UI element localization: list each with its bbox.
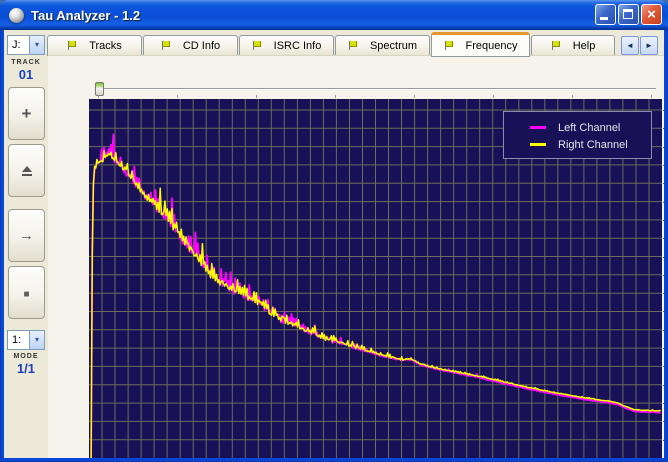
y-axis-tick <box>663 403 664 404</box>
app-window: Tau Analyzer - 1.2 × J: ▾ TRACK 01 1: ▾ … <box>0 0 668 462</box>
y-axis-tick <box>663 257 664 258</box>
maximize-icon <box>623 9 633 19</box>
tab-cd-info[interactable]: CD Info <box>143 35 238 56</box>
window-title: Tau Analyzer - 1.2 <box>31 7 141 23</box>
arrow-right-button[interactable] <box>8 209 45 262</box>
legend-entry: Left Channel <box>530 119 651 136</box>
stop-icon <box>23 284 29 302</box>
slider-tick <box>335 95 336 98</box>
y-axis-tick <box>663 440 664 441</box>
frequency-plot: Left Channel Right Channel <box>89 99 662 458</box>
slider-tick <box>177 95 178 98</box>
y-axis-tick <box>663 147 664 148</box>
flag-icon <box>161 41 170 50</box>
flag-icon <box>67 41 77 50</box>
tab-label: ISRC Info <box>273 39 322 52</box>
tab-frequency[interactable]: Frequency <box>431 32 530 57</box>
close-icon: × <box>647 6 656 23</box>
tab-scroll-right-button[interactable]: ► <box>640 36 658 55</box>
mode-label: MODE <box>13 353 39 360</box>
tab-label: CD Info <box>182 39 221 52</box>
tab-scroll-left-button[interactable]: ◄ <box>621 36 639 55</box>
y-axis-tick <box>663 311 664 312</box>
flag-icon <box>252 41 261 50</box>
legend-label: Left Channel <box>558 121 621 134</box>
drive-combo-value: J: <box>12 39 21 51</box>
tab-label: Tracks <box>89 39 122 52</box>
maximize-button[interactable] <box>618 4 639 25</box>
mode-value: 1/1 <box>16 361 36 376</box>
slider-tick <box>572 95 573 98</box>
y-axis-tick <box>663 330 664 331</box>
y-axis-tick <box>663 366 664 367</box>
flag-icon <box>444 41 453 50</box>
frequency-panel: Left ChannelRight Channel dB 10203040506… <box>48 55 664 458</box>
track-label: TRACK <box>11 59 41 66</box>
chevron-down-icon[interactable]: ▾ <box>29 331 44 349</box>
eject-icon <box>22 166 32 176</box>
y-axis-tick <box>663 238 664 239</box>
y-axis-tick <box>663 385 664 386</box>
track-number: 01 <box>18 67 34 82</box>
y-axis-tick <box>663 421 664 422</box>
y-axis-tick <box>663 183 664 184</box>
tab-label: Spectrum <box>369 39 418 52</box>
tab-tracks[interactable]: Tracks <box>47 35 142 56</box>
arrow-right-icon <box>19 227 34 245</box>
slider-tick <box>256 95 257 98</box>
y-axis-tick <box>663 110 664 111</box>
flag-icon <box>551 41 560 50</box>
eject-button[interactable] <box>8 144 45 197</box>
position-slider-track[interactable] <box>96 88 656 90</box>
mode-combo-value: 1: <box>12 334 22 346</box>
minimize-icon <box>600 17 608 20</box>
stop-button[interactable] <box>8 266 45 319</box>
legend-color-dash <box>530 126 546 129</box>
titlebar[interactable]: Tau Analyzer - 1.2 × <box>0 0 668 30</box>
y-axis-tick <box>663 348 664 349</box>
y-axis-tick <box>663 202 664 203</box>
drive-combo[interactable]: J: ▾ <box>7 35 45 55</box>
window-controls: × <box>595 4 662 25</box>
tab-label: Frequency <box>465 39 518 52</box>
slider-tick <box>98 95 99 98</box>
tab-isrc-info[interactable]: ISRC Info <box>239 35 334 56</box>
legend-label: Right Channel <box>558 138 628 151</box>
y-axis-tick <box>663 275 664 276</box>
y-axis-tick <box>663 293 664 294</box>
tab-spectrum[interactable]: Spectrum <box>335 35 430 56</box>
arrow-right-icon: ► <box>645 41 653 50</box>
chart-legend: Left Channel Right Channel <box>503 111 652 159</box>
y-axis-tick <box>663 220 664 221</box>
slider-tick <box>414 95 415 98</box>
minimize-button[interactable] <box>595 4 616 25</box>
arrow-left-icon: ◄ <box>626 41 634 50</box>
plus-icon <box>22 104 32 124</box>
client-area: J: ▾ TRACK 01 1: ▾ MODE 1/1 Tracks CD Inf… <box>4 30 664 458</box>
tab-help[interactable]: Help <box>531 35 615 56</box>
mode-combo[interactable]: 1: ▾ <box>7 330 45 350</box>
legend-entry: Right Channel <box>530 136 651 153</box>
plus-button[interactable] <box>8 87 45 140</box>
tab-label: Help <box>572 39 596 52</box>
flag-icon <box>348 41 357 50</box>
slider-tick <box>493 95 494 98</box>
close-button[interactable]: × <box>641 4 662 25</box>
app-icon <box>9 7 24 23</box>
screenshot-stage: Tau Analyzer - 1.2 × J: ▾ TRACK 01 1: ▾ … <box>0 0 668 462</box>
y-axis-tick <box>663 165 664 166</box>
slider-tick <box>651 95 652 98</box>
y-axis-tick <box>663 128 664 129</box>
legend-color-dash <box>530 143 546 146</box>
position-slider-thumb[interactable] <box>95 82 104 96</box>
chevron-down-icon[interactable]: ▾ <box>29 36 44 54</box>
